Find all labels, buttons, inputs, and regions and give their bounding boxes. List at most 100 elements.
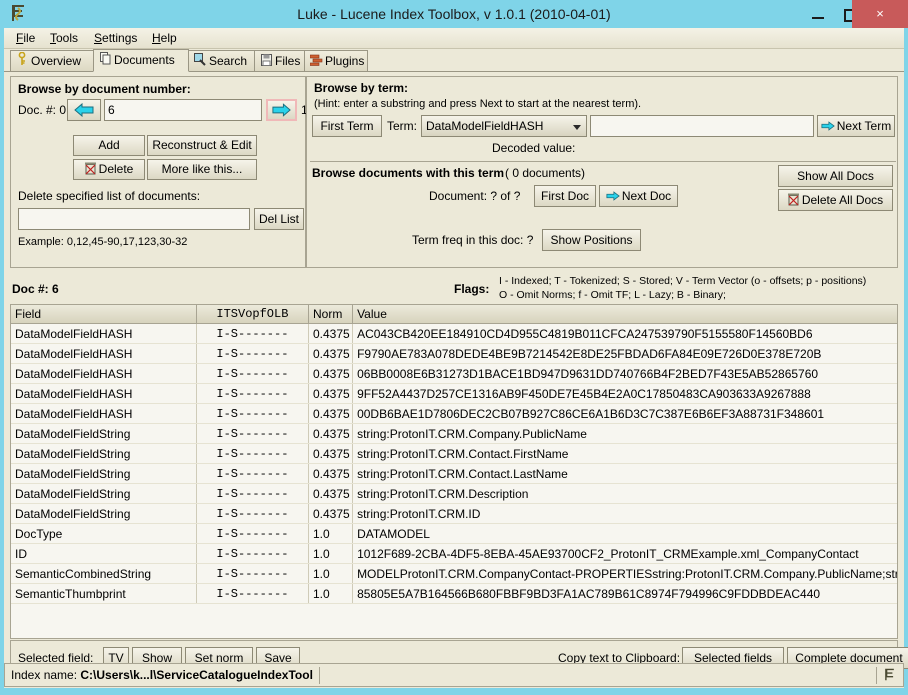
next-doc-term-button[interactable]: Next Doc: [599, 185, 678, 207]
cell-value: string:ProtonIT.CRM.Contact.FirstName: [352, 443, 897, 464]
cell-flags: I-S-------: [196, 423, 310, 444]
table-row[interactable]: SemanticCombinedString I-S------- 1.0 MODEL…: [11, 563, 897, 584]
cell-norm: 0.4375: [308, 343, 354, 364]
term-freq-label: Term freq in this doc: ?: [412, 233, 534, 247]
column-header-value[interactable]: Value: [352, 305, 897, 324]
table-row[interactable]: DataModelFieldHASH I-S------- 0.4375 00DB6B…: [11, 403, 897, 424]
doc-number-heading: Doc #: 6: [12, 282, 59, 296]
cell-value: 00DB6BAE1D7806DEC2CB07B927C86CE6A1B6D3C7…: [352, 403, 897, 424]
browse-by-document-panel: Browse by document number: Doc. #: 0 6 1…: [10, 76, 314, 268]
doc-count-label: ( 0 documents): [505, 166, 586, 180]
cell-flags: I-S-------: [196, 503, 310, 524]
table-row[interactable]: DataModelFieldHASH I-S------- 0.4375 06BB00…: [11, 363, 897, 384]
tab-files-label: Files: [275, 54, 301, 68]
cell-value: string:ProtonIT.CRM.ID: [352, 503, 897, 524]
cell-flags: I-S-------: [196, 563, 310, 584]
menu-tools[interactable]: Tools: [44, 30, 84, 46]
documents-icon: [98, 51, 112, 72]
first-term-button[interactable]: First Term: [312, 115, 382, 137]
reconstruct-edit-button[interactable]: Reconstruct & Edit: [147, 135, 257, 156]
tab-plugins[interactable]: Plugins: [304, 50, 368, 72]
index-name-status: Index name: C:\Users\k...l\ServiceCatalo…: [11, 667, 320, 684]
add-button[interactable]: Add: [73, 135, 145, 156]
column-header-flags[interactable]: ITSVopfOLB: [196, 305, 310, 324]
cell-norm: 1.0: [308, 523, 354, 544]
cell-flags: I-S-------: [196, 323, 310, 344]
fields-table: Field ITSVopfOLB Norm Value DataModelFie…: [11, 305, 897, 638]
table-row[interactable]: DataModelFieldString I-S------- 0.4375 stri…: [11, 423, 897, 444]
show-all-docs-button[interactable]: Show All Docs: [778, 165, 893, 187]
tab-overview-label: Overview: [31, 54, 82, 68]
table-row-empty: [11, 623, 897, 638]
cell-field: DataModelFieldString: [11, 423, 197, 444]
table-row[interactable]: DataModelFieldHASH I-S------- 0.4375 9FF52A…: [11, 383, 897, 404]
menu-settings[interactable]: Settings: [88, 30, 143, 46]
tab-files[interactable]: Files: [254, 50, 310, 72]
cell-field: SemanticThumbprint: [11, 583, 197, 604]
prev-doc-button[interactable]: [67, 99, 101, 121]
cell-flags: I-S-------: [196, 543, 310, 564]
column-header-norm[interactable]: Norm: [308, 305, 354, 324]
minimize-button[interactable]: [800, 0, 836, 28]
first-doc-button[interactable]: First Doc: [534, 185, 596, 207]
cell-field: DataModelFieldHASH: [11, 343, 197, 364]
show-positions-button[interactable]: Show Positions: [542, 229, 641, 251]
cell-value: 06BB0008E6B31273D1BACE1BD947D9631DD74076…: [352, 363, 897, 384]
term-input[interactable]: [590, 115, 814, 137]
table-row[interactable]: DataModelFieldString I-S------- 0.4375 stri…: [11, 483, 897, 504]
table-row[interactable]: SemanticThumbprint I-S------- 1.0 85805E5A7…: [11, 583, 897, 604]
tab-overview[interactable]: Overview: [10, 50, 94, 72]
tab-search[interactable]: Search: [188, 50, 260, 72]
minimize-icon: [812, 17, 824, 19]
cell-field: DataModelFieldHASH: [11, 383, 197, 404]
luke-status-icon: [876, 667, 897, 684]
delete-list-input[interactable]: [18, 208, 250, 230]
column-header-field[interactable]: Field: [11, 305, 197, 324]
doc-number-input[interactable]: 6: [104, 99, 262, 121]
cell-value: string:ProtonIT.CRM.Contact.LastName: [352, 463, 897, 484]
term-field-value: DataModelFieldHASH: [426, 119, 544, 133]
key-icon: [15, 51, 29, 72]
delete-all-docs-button[interactable]: Delete All Docs: [778, 189, 893, 211]
table-row[interactable]: DataModelFieldString I-S------- 0.4375 stri…: [11, 443, 897, 464]
del-list-button[interactable]: Del List: [254, 208, 304, 230]
browse-docs-heading: Browse documents with this term: [312, 166, 505, 180]
cell-norm: 0.4375: [308, 443, 354, 464]
cell-flags: I-S-------: [196, 443, 310, 464]
doc-number-label: Doc. #: 0: [18, 103, 67, 117]
cell-flags: I-S-------: [196, 463, 310, 484]
table-row[interactable]: DocType I-S------- 1.0 DATAMODEL: [11, 523, 897, 544]
section-divider: [310, 161, 896, 162]
menu-help[interactable]: Help: [146, 30, 183, 46]
more-like-this-button[interactable]: More like this...: [147, 159, 257, 180]
cell-field: SemanticCombinedString: [11, 563, 197, 584]
cell-field: DataModelFieldHASH: [11, 323, 197, 344]
delete-trash-icon: [84, 162, 96, 179]
delete-all-trash-icon: [787, 192, 799, 210]
document-fields-table[interactable]: Field ITSVopfOLB Norm Value DataModelFie…: [10, 304, 898, 639]
tab-documents[interactable]: Documents: [93, 49, 189, 72]
table-row[interactable]: DataModelFieldString I-S------- 0.4375 stri…: [11, 503, 897, 524]
client-area: FFileile Tools Settings Help Overview Do…: [4, 28, 908, 688]
delete-button[interactable]: Delete: [73, 159, 145, 180]
menu-file[interactable]: FFileile: [10, 30, 41, 46]
term-field-select[interactable]: DataModelFieldHASH: [421, 115, 587, 137]
cell-norm: 1.0: [308, 583, 354, 604]
table-row[interactable]: DataModelFieldHASH I-S------- 0.4375 AC043C…: [11, 323, 897, 344]
chevron-down-icon: [573, 125, 581, 130]
cell-field: DataModelFieldString: [11, 443, 197, 464]
cell-norm: 1.0: [308, 543, 354, 564]
term-label: Term:: [387, 119, 417, 133]
doc-header-bar: Doc #: 6 Flags: I - Indexed; T - Tokeniz…: [10, 274, 898, 304]
floppy-icon: [259, 52, 273, 72]
next-term-button[interactable]: Next Term: [817, 115, 895, 137]
fields-table-body: DataModelFieldHASH I-S------- 0.4375 AC043C…: [11, 323, 897, 638]
table-row[interactable]: ID I-S------- 1.0 1012F689-2CBA-4DF5-8EBA-4…: [11, 543, 897, 564]
table-row[interactable]: DataModelFieldHASH I-S------- 0.4375 F9790A…: [11, 343, 897, 364]
table-header-row: Field ITSVopfOLB Norm Value: [11, 305, 897, 324]
close-button[interactable]: ×: [852, 0, 908, 28]
next-doc-button[interactable]: [266, 99, 297, 121]
browse-by-term-hint: (Hint: enter a substring and press Next …: [314, 98, 642, 110]
cell-flags: I-S-------: [196, 523, 310, 544]
table-row[interactable]: DataModelFieldString I-S------- 0.4375 stri…: [11, 463, 897, 484]
